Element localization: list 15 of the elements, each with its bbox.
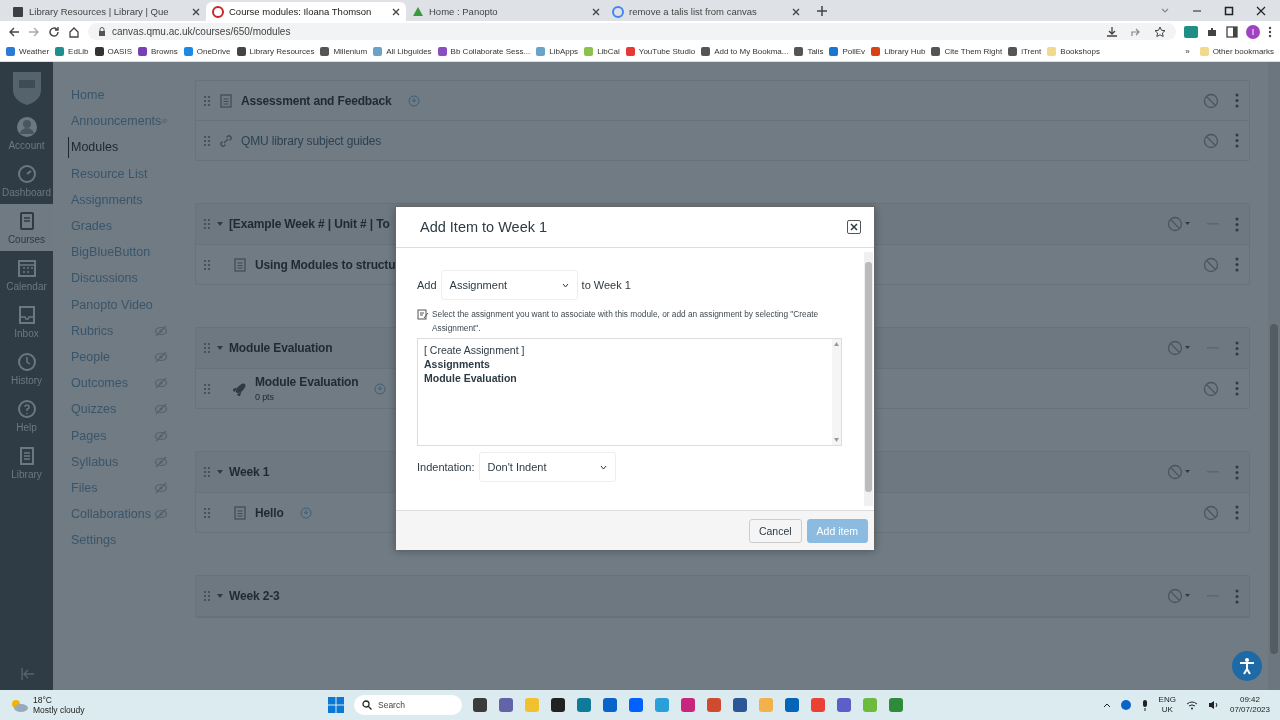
list-group-label: Assignments (424, 357, 491, 371)
region-text: UK (1161, 705, 1173, 715)
indentation-label: Indentation: (417, 461, 475, 473)
language-text: ENG (1158, 695, 1176, 705)
list-group-label: Module Evaluation (424, 371, 518, 385)
add-label: Add (417, 279, 437, 291)
temperature-text: 18°C (33, 695, 53, 705)
url-text: canvas.qmu.ac.uk/courses/650/modules (112, 26, 291, 37)
weather-text: Mostly cloudy (33, 705, 85, 715)
clock-date: 07/07/2023 (1229, 705, 1270, 715)
hint-text: Select the assignment you want to associate with this module, or add an assignment by selecting "Create Assignment". (432, 308, 820, 335)
dialog-title: Add Item to Week 1 (420, 219, 548, 235)
clock-time: 09:42 (1239, 695, 1260, 705)
points-text: 0 pts (255, 392, 275, 402)
target-text: to Week 1 (581, 279, 631, 291)
